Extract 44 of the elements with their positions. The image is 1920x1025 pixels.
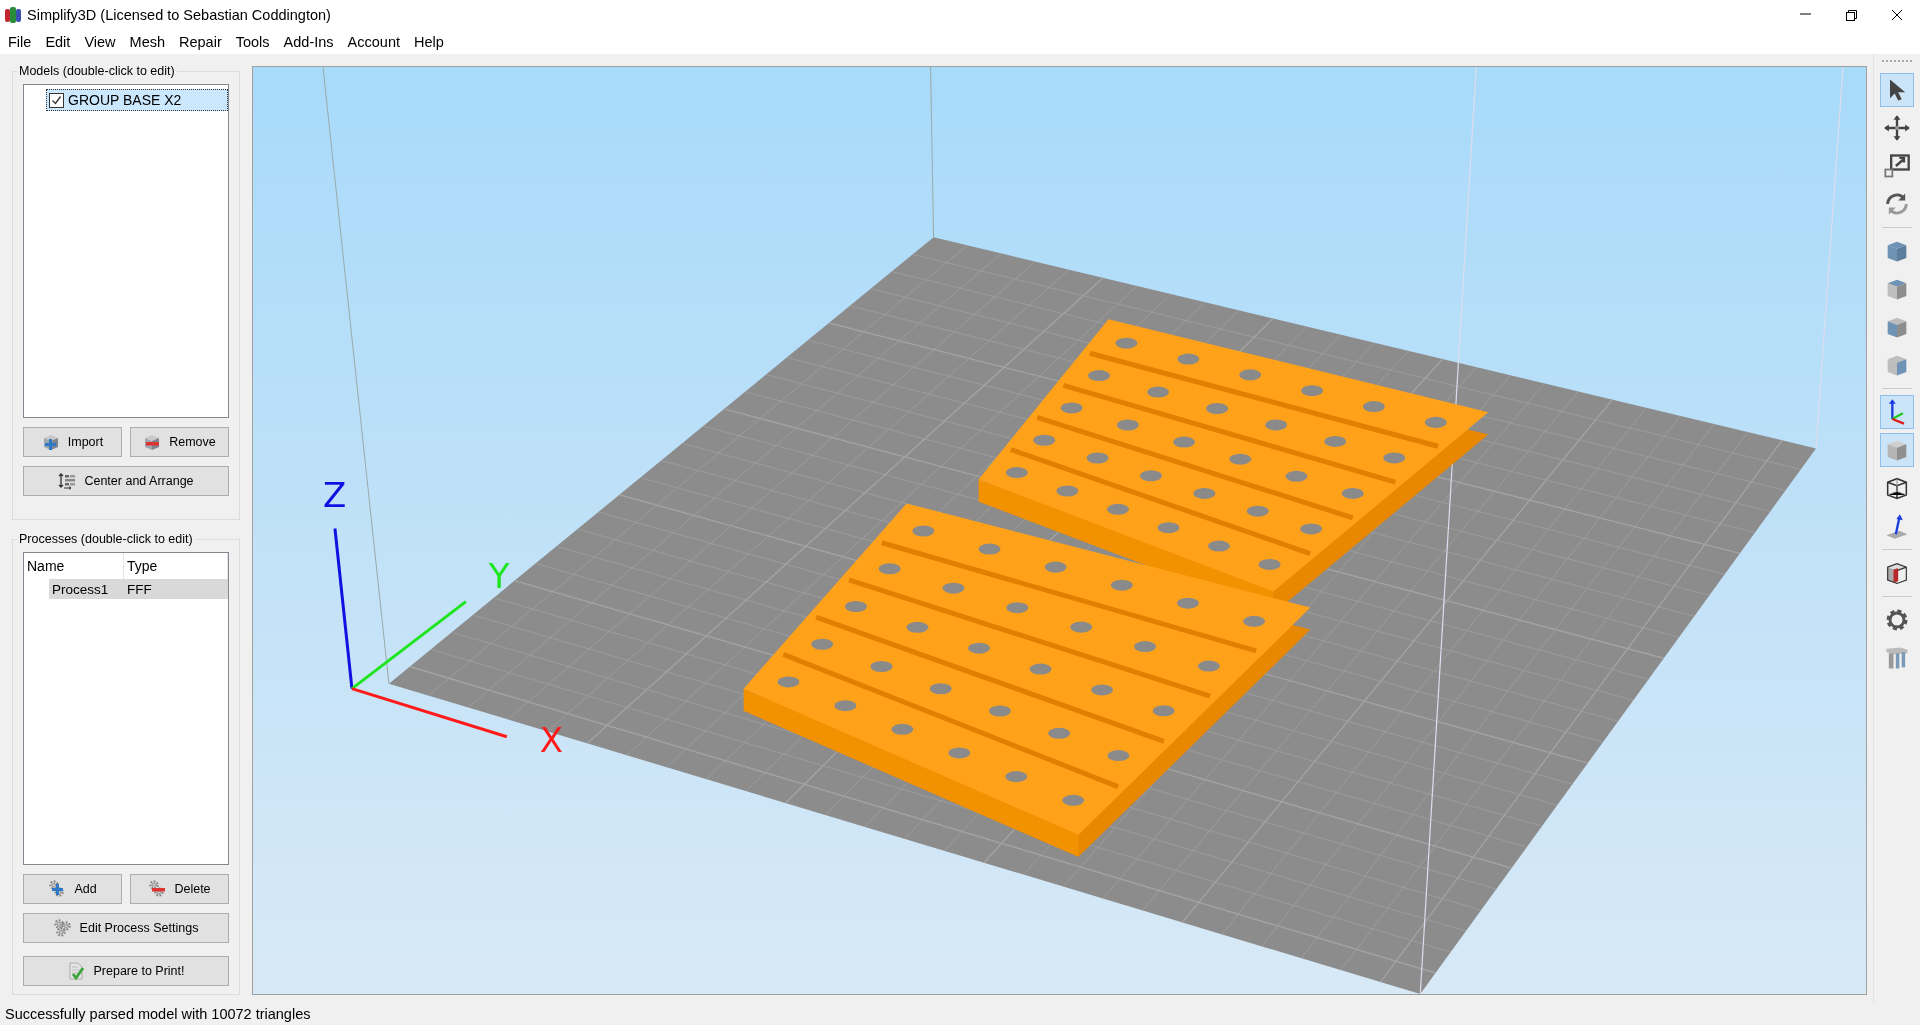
cube-plus-icon xyxy=(41,433,60,451)
edit-button[interactable]: Edit Process Settings xyxy=(23,913,229,943)
menu-item[interactable]: Edit xyxy=(38,34,78,50)
group-title: Models (double-click to edit) xyxy=(18,64,176,78)
gears-icon xyxy=(53,919,72,937)
gears-minus-icon xyxy=(148,880,167,898)
model-list[interactable]: GROUP BASE X2 xyxy=(23,84,229,418)
model-name: GROUP BASE X2 xyxy=(68,92,182,108)
process-table[interactable]: Name Type Process1 FFF xyxy=(23,552,229,865)
prepare-to-print-button[interactable]: Prepare to Print! xyxy=(23,956,229,986)
window-title: Simplify3D (Licensed to Sebastian Coddington) xyxy=(27,7,332,23)
axis-label: X xyxy=(539,719,564,760)
menu-item[interactable]: File xyxy=(1,34,39,50)
group-title: Processes (double-click to edit) xyxy=(18,532,194,546)
menu-item[interactable]: Add-Ins xyxy=(276,34,341,50)
checkbox[interactable] xyxy=(49,92,64,108)
menu-item[interactable]: View xyxy=(77,34,123,50)
add-button[interactable]: Add xyxy=(23,874,122,904)
axis-label: Z xyxy=(322,475,347,516)
status-message: Successfully parsed model with 10072 triangles xyxy=(5,1006,311,1022)
scale-icon xyxy=(1883,152,1911,180)
menu-item[interactable]: Mesh xyxy=(122,34,172,50)
app-logo-icon xyxy=(5,6,21,24)
tool-button[interactable] xyxy=(1880,73,1914,107)
cube-minus-icon xyxy=(143,433,162,451)
arrange-icon xyxy=(58,472,77,490)
rotate-icon xyxy=(1883,190,1911,218)
remove-button[interactable]: Remove xyxy=(130,427,229,457)
document-check-icon xyxy=(67,962,86,980)
menu-item[interactable]: Tools xyxy=(228,34,277,50)
gears-plus-icon xyxy=(48,880,67,898)
move-icon xyxy=(1883,114,1911,142)
delete-button[interactable]: Delete xyxy=(130,874,229,904)
arrange-button[interactable]: Center and Arrange xyxy=(23,466,229,496)
model-item[interactable]: GROUP BASE X2 xyxy=(46,89,228,111)
table-cell-text: Process1 xyxy=(51,581,110,597)
import-button[interactable]: Import xyxy=(23,427,122,457)
table-cell-text: FFF xyxy=(126,581,153,597)
process-row[interactable]: Process1 FFF xyxy=(49,579,228,599)
tool-button[interactable] xyxy=(1880,395,1914,429)
menu-item[interactable]: Help xyxy=(407,34,451,50)
menu-item[interactable]: Repair xyxy=(172,34,229,50)
axis-label: Y xyxy=(488,555,510,596)
menu-item[interactable]: Account xyxy=(340,34,407,50)
